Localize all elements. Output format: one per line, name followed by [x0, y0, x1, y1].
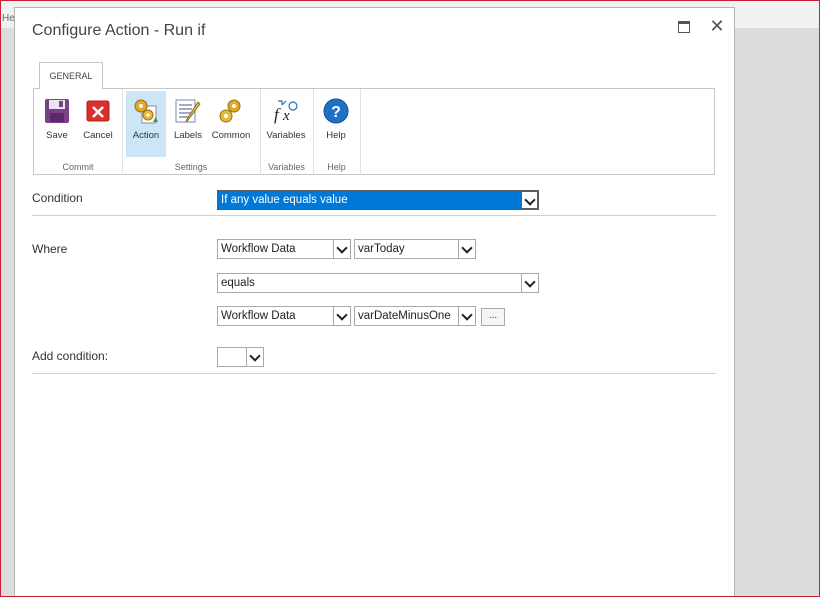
chevron-down-icon [521, 274, 538, 292]
chevron-down-icon [458, 307, 475, 325]
configure-action-dialog: Configure Action - Run if ✕ GENERAL Save [14, 7, 735, 597]
cancel-button[interactable]: Cancel [78, 91, 118, 157]
ribbon-group-settings: Action Labels Common Settings [122, 89, 261, 175]
add-condition-label: Add condition: [32, 349, 109, 363]
cancel-label: Cancel [83, 130, 113, 141]
help-label: Help [326, 130, 346, 141]
add-condition-select[interactable] [217, 347, 264, 367]
save-button[interactable]: Save [37, 91, 77, 157]
action-button[interactable]: Action [126, 91, 166, 157]
chevron-down-icon [246, 348, 263, 366]
left-variable-value: varToday [358, 243, 405, 255]
action-icon [134, 99, 158, 124]
dialog-title: Configure Action - Run if [32, 22, 206, 39]
group-label-help: Help [327, 162, 346, 172]
background-tab-label[interactable]: He [2, 13, 15, 24]
right-variable-select[interactable]: varDateMinusOne [354, 306, 476, 326]
chevron-down-icon [521, 191, 538, 209]
left-source-select[interactable]: Workflow Data [217, 239, 351, 259]
left-variable-select[interactable]: varToday [354, 239, 476, 259]
common-label: Common [211, 130, 251, 141]
right-source-select[interactable]: Workflow Data [217, 306, 351, 326]
chevron-down-icon [333, 240, 350, 258]
ellipsis-button[interactable]: ... [481, 308, 505, 326]
condition-label: Condition [32, 191, 83, 205]
condition-select-value: If any value equals value [221, 194, 348, 206]
divider [32, 215, 716, 216]
cancel-icon [86, 100, 110, 122]
background-left-area [0, 28, 14, 596]
save-icon [45, 99, 69, 123]
variables-icon: f x [274, 100, 298, 124]
chevron-down-icon [458, 240, 475, 258]
right-variable-value: varDateMinusOne [358, 310, 451, 322]
chevron-down-icon [333, 307, 350, 325]
ribbon: Save Cancel Commit Action Labels Common … [33, 88, 715, 175]
ribbon-group-help: ? Help Help [313, 89, 361, 175]
save-label: Save [46, 130, 68, 141]
labels-label: Labels [174, 130, 202, 141]
condition-select[interactable]: If any value equals value [217, 190, 539, 210]
svg-text:?: ? [331, 104, 341, 121]
divider [32, 373, 716, 374]
labels-button[interactable]: Labels [168, 91, 208, 157]
labels-icon [175, 99, 201, 123]
operator-value: equals [221, 277, 255, 289]
ribbon-group-commit: Save Cancel Commit [34, 89, 123, 175]
variables-label: Variables [266, 130, 306, 141]
ribbon-group-variables: f x Variables Variables [260, 89, 314, 175]
left-source-value: Workflow Data [221, 243, 296, 255]
action-label: Action [132, 130, 160, 141]
variables-button[interactable]: f x Variables [266, 91, 306, 157]
tab-general[interactable]: GENERAL [39, 62, 103, 89]
group-label-commit: Commit [62, 162, 94, 172]
maximize-icon[interactable] [676, 18, 692, 34]
right-source-value: Workflow Data [221, 310, 296, 322]
group-label-settings: Settings [174, 162, 208, 172]
close-icon[interactable]: ✕ [709, 17, 725, 35]
common-icon [219, 99, 241, 123]
where-label: Where [32, 242, 68, 256]
svg-text:x: x [282, 108, 290, 124]
help-icon: ? [323, 98, 349, 124]
help-button[interactable]: ? Help [316, 91, 356, 157]
common-button[interactable]: Common [211, 91, 251, 157]
group-label-variables: Variables [268, 162, 305, 172]
operator-select[interactable]: equals [217, 273, 539, 293]
background-right-area [735, 28, 819, 596]
svg-text:f: f [274, 105, 281, 124]
